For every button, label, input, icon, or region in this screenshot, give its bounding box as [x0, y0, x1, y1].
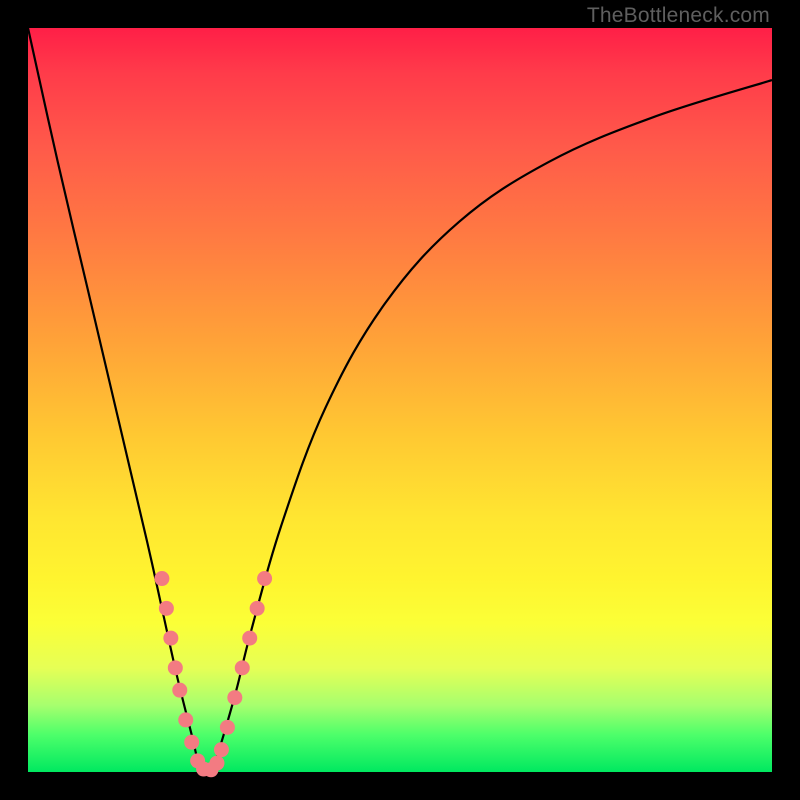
highlight-dot — [184, 735, 199, 750]
highlight-dot — [257, 571, 272, 586]
highlight-dot — [178, 712, 193, 727]
highlight-dot — [235, 660, 250, 675]
chart-frame: TheBottleneck.com — [0, 0, 800, 800]
plot-area — [28, 28, 772, 772]
highlight-dot — [250, 601, 265, 616]
highlight-dot — [154, 571, 169, 586]
highlight-dot — [209, 756, 224, 771]
highlight-dot — [242, 631, 257, 646]
highlight-dot — [227, 690, 242, 705]
highlight-dots-group — [154, 571, 272, 777]
highlight-dot — [172, 683, 187, 698]
bottleneck-curve — [28, 28, 772, 772]
highlight-dot — [159, 601, 174, 616]
highlight-dot — [214, 742, 229, 757]
highlight-dot — [168, 660, 183, 675]
chart-svg — [28, 28, 772, 772]
watermark-text: TheBottleneck.com — [587, 4, 770, 28]
highlight-dot — [220, 720, 235, 735]
highlight-dot — [163, 631, 178, 646]
